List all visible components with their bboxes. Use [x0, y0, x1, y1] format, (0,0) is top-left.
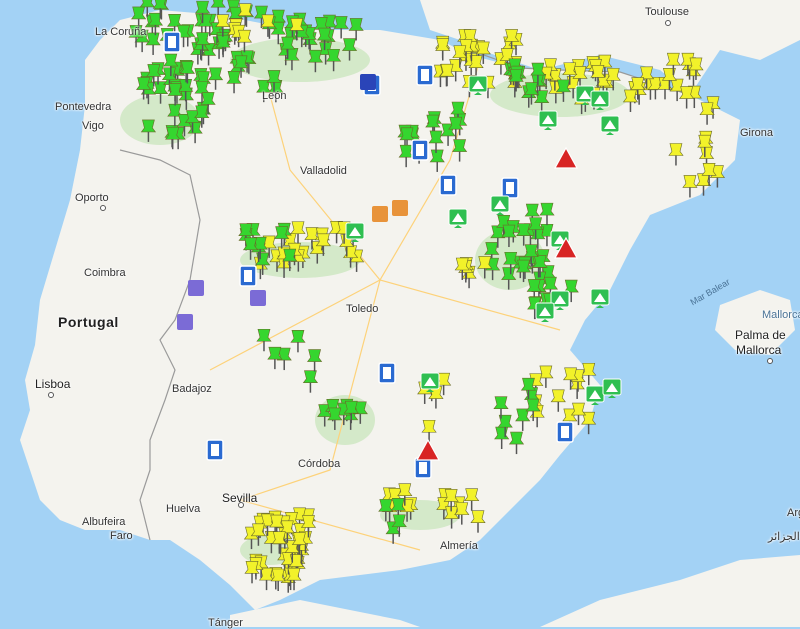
- city-dot-lisboa: [48, 392, 54, 398]
- road-sign-icon[interactable]: [239, 265, 257, 287]
- algeria-coast: [540, 555, 800, 627]
- city-dot-palma: [767, 358, 773, 364]
- castle-icon[interactable]: [188, 280, 204, 296]
- house-icon[interactable]: [392, 200, 408, 216]
- city-label-toledo: Toledo: [346, 303, 379, 315]
- tent-icon[interactable]: [600, 115, 620, 136]
- road-sign-icon[interactable]: [414, 457, 432, 479]
- road-sign-icon[interactable]: [416, 64, 434, 86]
- city-label-faro: Faro: [110, 530, 133, 542]
- city-dot-sevilla: [238, 502, 244, 508]
- city-label-valladolid: Valladolid: [300, 165, 347, 177]
- tent-icon[interactable]: [345, 222, 365, 243]
- city-label-coimbra: Coimbra: [84, 267, 126, 279]
- city-label-albufeira: Albufeira: [82, 516, 126, 528]
- city-label-oporto: Oporto: [75, 192, 109, 204]
- road-sign-icon[interactable]: [206, 439, 224, 461]
- island-label-mallorca: Mallorca: [762, 309, 800, 321]
- city-label-palma-line1: Palma de: [735, 328, 786, 342]
- city-label-palma-line2: Mallorca: [736, 343, 782, 357]
- city-label-argel: الجزائر: [768, 531, 800, 543]
- tent-icon[interactable]: [448, 208, 468, 229]
- yellow-pushpin[interactable]: [580, 411, 597, 435]
- city-dot-oporto: [100, 205, 106, 211]
- road-sign-icon[interactable]: [439, 174, 457, 196]
- tent-icon[interactable]: [535, 302, 555, 323]
- city-label-girona: Girona: [740, 127, 774, 139]
- city-label-leon: León: [262, 90, 287, 102]
- country-label-portugal: Portugal: [58, 314, 119, 330]
- city-label-cordoba: Córdoba: [298, 458, 341, 470]
- city-label-lacoruna: La Coruña: [95, 26, 147, 38]
- tent-icon[interactable]: [468, 75, 488, 96]
- tent-icon[interactable]: [490, 195, 510, 216]
- tent-icon[interactable]: [538, 110, 558, 131]
- tent-icon[interactable]: [585, 385, 605, 406]
- city-label-lisboa: Lisboa: [35, 377, 71, 391]
- tent-icon[interactable]: [602, 378, 622, 399]
- castle-icon[interactable]: [177, 314, 193, 330]
- city-label-almeria: Almería: [440, 540, 478, 552]
- city-label-vigo: Vigo: [82, 120, 104, 132]
- road-sign-icon[interactable]: [501, 177, 519, 199]
- road-sign-icon[interactable]: [411, 139, 429, 161]
- city-label-huelva: Huelva: [166, 503, 201, 515]
- city-label-pontevedra: Pontevedra: [55, 101, 112, 113]
- castle-icon[interactable]: [250, 290, 266, 306]
- road-sign-icon[interactable]: [556, 421, 574, 443]
- road-sign-icon[interactable]: [163, 31, 181, 53]
- map-view[interactable]: Toulouse La Coruña Pontevedra Vigo Oport…: [0, 0, 800, 629]
- house-icon[interactable]: [372, 206, 388, 222]
- city-label-toulouse: Toulouse: [645, 6, 690, 18]
- tent-icon[interactable]: [420, 372, 440, 393]
- city-label-badajoz: Badajoz: [172, 383, 212, 395]
- city-label-arg: Arg: [787, 507, 800, 519]
- tent-icon[interactable]: [590, 90, 610, 111]
- city-dot-toulouse: [665, 20, 671, 26]
- city-label-tanger: Tánger: [208, 617, 243, 629]
- tent-icon[interactable]: [590, 288, 610, 309]
- book-icon[interactable]: [360, 74, 376, 90]
- road-sign-icon[interactable]: [378, 362, 396, 384]
